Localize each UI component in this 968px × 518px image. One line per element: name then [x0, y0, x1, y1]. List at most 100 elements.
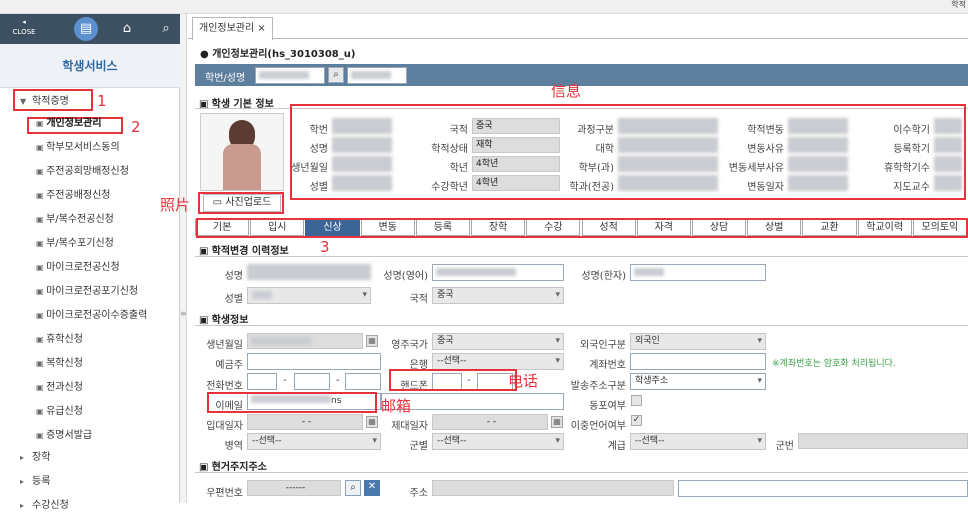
sidebar-splitter[interactable]: ≡	[180, 14, 187, 503]
value-course-grade: 4학년	[472, 175, 560, 191]
sidebar-item[interactable]: ▣ 휴학신청	[0, 328, 180, 352]
student-info-title: 학생정보	[199, 311, 249, 326]
sidebar-item[interactable]: ▣ 전과신청	[0, 376, 180, 400]
bank-select[interactable]: --선택--	[432, 353, 564, 370]
sidebar-item[interactable]: ▣ 개인정보관리	[0, 112, 180, 136]
sidebar-group-course[interactable]: ▸ 수강신청	[0, 494, 180, 518]
depositor-input[interactable]	[247, 353, 381, 370]
sidebar-item[interactable]: ▣ 마이크로전공신청	[0, 256, 180, 280]
alumni-checkbox[interactable]	[631, 395, 642, 406]
hist-name-hanja-input[interactable]	[630, 264, 766, 281]
label-addr: 주소	[409, 488, 428, 499]
sidebar-title: 학생서비스	[0, 44, 180, 88]
calendar-icon[interactable]: ▦	[551, 416, 563, 428]
sidebar-item[interactable]: ▣ 마이크로전공포기신청	[0, 280, 180, 304]
menu-item-icon: ▣	[36, 263, 47, 272]
annotation-phone: 电话	[508, 372, 539, 390]
sidebar-item[interactable]: ▣ 마이크로전공이수증출력	[0, 304, 180, 328]
sidebar-item-label: 부/복수전공신청	[46, 214, 114, 225]
birth-input[interactable]	[247, 333, 363, 349]
menu-item-icon: ▣	[36, 311, 47, 320]
label-nation: 국적	[449, 125, 468, 136]
sidebar: ◂ CLOSE ▤ ⌂ ⌕ 학생서비스 ▼ 학적증명 1 2 ▸ 장학 ▸ 등록 ▸ 수강…	[0, 14, 180, 511]
search-icon[interactable]: ⌕	[345, 480, 361, 496]
clear-icon[interactable]: ✕	[364, 480, 380, 496]
close-button[interactable]: ◂ CLOSE	[4, 17, 44, 41]
label-hist-name-hanja: 성명(한자)	[581, 271, 626, 282]
label-advisor: 지도교수	[893, 182, 930, 193]
top-bar: 학적	[0, 0, 968, 14]
student-id-input[interactable]	[255, 67, 325, 84]
phone-input-3[interactable]	[345, 373, 381, 390]
sidebar-item[interactable]: ▣ 유급신청	[0, 400, 180, 424]
label-completed: 이수학기	[893, 125, 930, 136]
zip-input[interactable]: ------	[247, 480, 341, 496]
label-home-country: 영주국가	[391, 340, 428, 351]
account-input[interactable]	[630, 353, 766, 370]
sidebar-item-label: 복학신청	[46, 358, 83, 369]
divider	[195, 325, 968, 326]
student-name-input[interactable]	[347, 67, 407, 84]
label-course-type: 과정구분	[577, 125, 614, 136]
sidebar-item[interactable]: ▣ 복학신청	[0, 352, 180, 376]
phone-input-1[interactable]	[247, 373, 277, 390]
discharge-input[interactable]: - -	[432, 414, 548, 430]
tab-personal-info[interactable]: 개인정보관리 ×	[192, 17, 273, 40]
foreign-type-select[interactable]: 외국인	[630, 333, 766, 350]
mail-type-select[interactable]: 학생주소	[630, 373, 766, 390]
sidebar-item-label: 증명서발급	[46, 430, 93, 441]
label-account: 계좌번호	[589, 360, 626, 371]
label-gender: 성별	[309, 182, 328, 193]
value-college	[618, 137, 718, 153]
sidebar-item[interactable]: ▣ 주전공배정신청	[0, 184, 180, 208]
label-leave: 휴학학기수	[884, 163, 930, 174]
value-change-detail	[788, 156, 848, 172]
value-gender	[332, 175, 392, 191]
tab-bar: 개인정보관리 ×	[188, 14, 968, 40]
enlist-input[interactable]: - -	[247, 414, 363, 430]
value-change-date	[788, 175, 848, 191]
menu-item-icon: ▣	[36, 167, 47, 176]
army-no-input[interactable]	[798, 433, 968, 449]
label-alumni: 동포여부	[589, 401, 626, 412]
caret-right-icon: ▸	[20, 453, 25, 462]
addr-detail-input[interactable]	[678, 480, 968, 497]
hist-gender-select[interactable]	[247, 287, 371, 304]
addr-input[interactable]	[432, 480, 674, 496]
top-right-text: 학적	[951, 0, 966, 9]
sidebar-item[interactable]: ▣ 증명서발급	[0, 424, 180, 448]
close-label: CLOSE	[12, 28, 36, 36]
tag-icon[interactable]: ⌂	[115, 17, 139, 41]
menu-item-icon: ▣	[36, 359, 47, 368]
label-change: 학적변동	[747, 125, 784, 136]
sidebar-item[interactable]: ▣ 부/복수전공신청	[0, 208, 180, 232]
hist-name-en-input[interactable]	[432, 264, 564, 281]
army-type-select[interactable]: --선택--	[247, 433, 381, 450]
sidebar-item[interactable]: ▣ 학부모서비스동의	[0, 136, 180, 160]
value-registered	[934, 137, 962, 153]
phone-input-2[interactable]	[294, 373, 330, 390]
sidebar-item-label: 학부모서비스동의	[46, 142, 120, 153]
search-icon[interactable]: ⌕	[154, 17, 178, 41]
menu-item-icon: ▣	[36, 287, 47, 296]
menu-item-icon: ▣	[36, 239, 47, 248]
label-hist-name: 성명	[224, 271, 243, 282]
sidebar-item[interactable]: ▣ 주전공희망배정신청	[0, 160, 180, 184]
sidebar-group-registration[interactable]: ▸ 등록	[0, 470, 180, 494]
annotation-3: 3	[320, 238, 330, 256]
search-icon[interactable]: ⌕	[328, 67, 344, 83]
label-birth: 생년월일	[206, 340, 243, 351]
rank-select[interactable]: --선택--	[630, 433, 766, 450]
sidebar-group-scholarship[interactable]: ▸ 장학	[0, 446, 180, 470]
bilingual-checkbox[interactable]: ✓	[631, 415, 642, 426]
hist-nation-select[interactable]: 중국	[432, 287, 564, 304]
home-country-select[interactable]: 중국	[432, 333, 564, 350]
sidebar-item[interactable]: ▣ 부/복수포기신청	[0, 232, 180, 256]
menu-item-icon: ▣	[36, 335, 47, 344]
menu-item-icon: ▣	[36, 407, 47, 416]
label-foreign-type: 외국인구분	[580, 340, 626, 351]
clipboard-icon[interactable]: ▤	[74, 17, 98, 41]
army-branch-select[interactable]: --선택--	[432, 433, 564, 450]
menu-item-icon: ▣	[36, 191, 47, 200]
value-birth	[332, 156, 392, 172]
